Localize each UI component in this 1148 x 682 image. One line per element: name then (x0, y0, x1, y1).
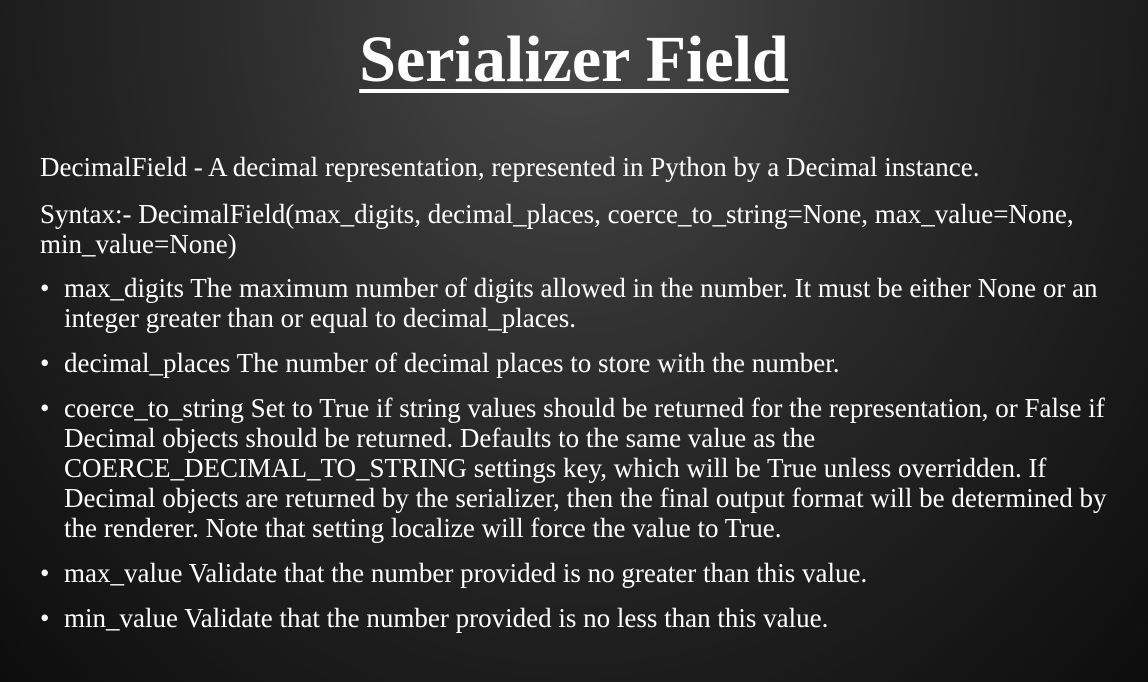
bullet-text: coerce_to_string Set to True if string v… (64, 393, 1107, 543)
slide-title-text: Serializer Field (359, 23, 789, 96)
syntax-paragraph: Syntax:- DecimalField(max_digits, decima… (40, 199, 1074, 259)
slide-title: Serializer Field (0, 22, 1148, 98)
bullet-icon: • (40, 393, 50, 423)
bullet-icon: • (40, 348, 50, 378)
bullet-icon: • (40, 273, 50, 303)
bullet-item-max-value: • max_value Validate that the number pro… (40, 558, 1125, 588)
bullet-text: max_digits The maximum number of digits … (64, 273, 1098, 333)
bullet-item-coerce-to-string: • coerce_to_string Set to True if string… (40, 393, 1125, 543)
bullet-item-min-value: • min_value Validate that the number pro… (40, 603, 1125, 633)
bullet-item-max-digits: • max_digits The maximum number of digit… (40, 273, 1125, 333)
bullet-item-decimal-places: • decimal_places The number of decimal p… (40, 348, 1125, 378)
slide-content: DecimalField - A decimal representation,… (40, 152, 1125, 648)
bullet-text: decimal_places The number of decimal pla… (64, 348, 840, 378)
bullet-text: max_value Validate that the number provi… (64, 558, 868, 588)
bullet-text: min_value Validate that the number provi… (64, 603, 829, 633)
slide: Serializer Field DecimalField - A decima… (0, 0, 1148, 682)
bullet-icon: • (40, 558, 50, 588)
bullet-icon: • (40, 603, 50, 633)
bullet-list: • max_digits The maximum number of digit… (40, 273, 1125, 633)
intro-paragraph: DecimalField - A decimal representation,… (40, 152, 980, 182)
